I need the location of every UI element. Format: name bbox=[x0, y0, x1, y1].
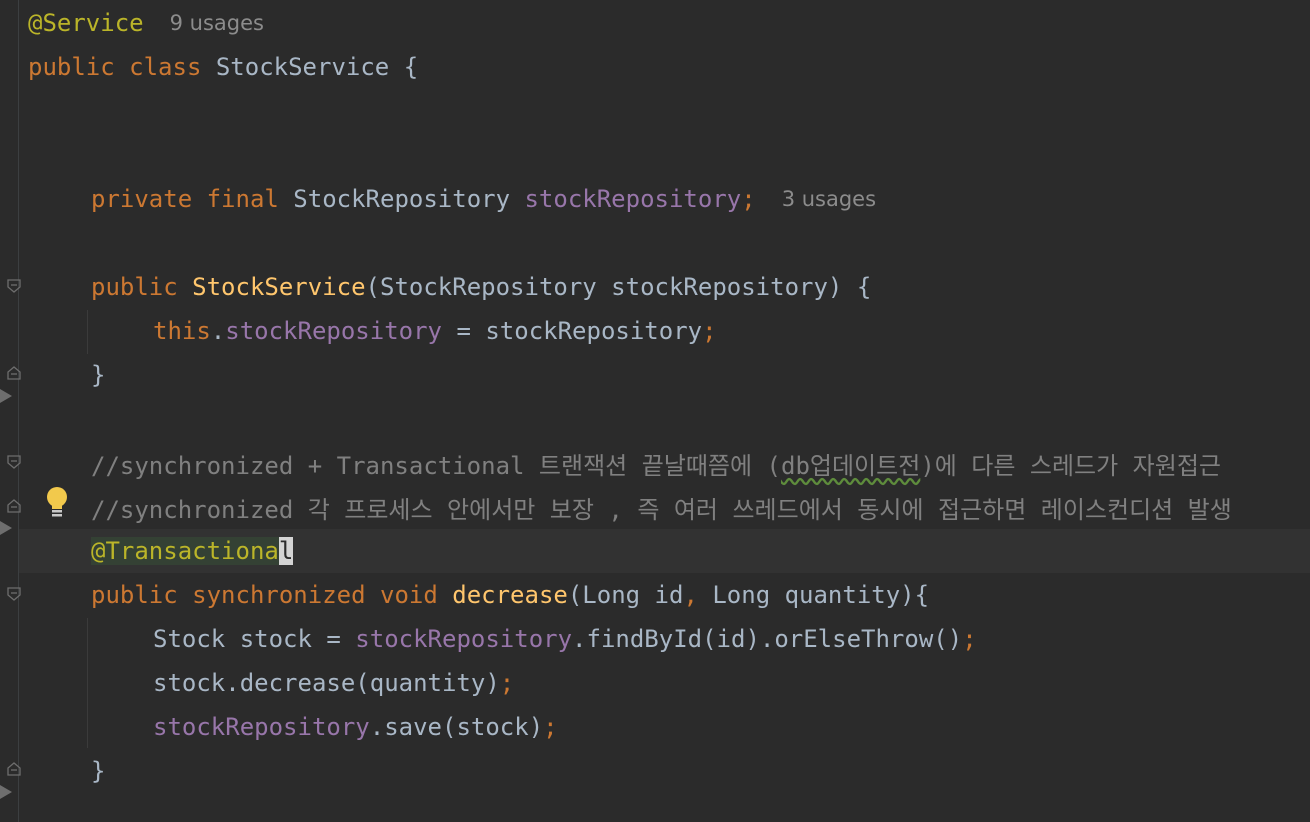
statement: Stock stock = bbox=[153, 625, 356, 653]
field-name: stockRepository bbox=[225, 317, 442, 345]
annotation-service: @Service bbox=[28, 9, 144, 37]
parameters: (StockRepository stockRepository) { bbox=[365, 273, 872, 301]
code-line[interactable]: } bbox=[19, 749, 1310, 793]
semicolon: ; bbox=[499, 669, 515, 697]
code-line[interactable]: public synchronized void decrease (Long i… bbox=[19, 573, 1310, 617]
parameters: Long quantity){ bbox=[697, 581, 930, 609]
keyword: public bbox=[91, 273, 193, 301]
code-line[interactable]: //synchronized 각 프로세스 안에서만 보장 , 즉 여러 쓰레드… bbox=[19, 485, 1310, 529]
keyword: void bbox=[380, 581, 453, 609]
keyword: public bbox=[91, 581, 193, 609]
code-line[interactable]: //synchronized + Transactional 트랜잭션 끝날때쯤… bbox=[19, 441, 1310, 485]
code-line[interactable]: Stock stock = stockRepository .findById(i… bbox=[19, 617, 1310, 661]
semicolon: ; bbox=[962, 625, 977, 653]
brace: } bbox=[91, 757, 106, 785]
code-line[interactable]: @Service 9 usages bbox=[19, 1, 1310, 45]
class-name: StockService bbox=[215, 53, 404, 81]
keyword: final bbox=[206, 185, 294, 213]
assignment: = stockRepository bbox=[442, 317, 703, 345]
keyword: public bbox=[28, 53, 130, 81]
field-name: stockRepository bbox=[355, 625, 573, 653]
brace: { bbox=[403, 53, 419, 81]
semicolon: ; bbox=[702, 317, 717, 345]
keyword: private bbox=[91, 185, 207, 213]
comment: )에 다른 스레드가 자원접근 bbox=[920, 451, 1221, 480]
field-name: stockRepository bbox=[153, 713, 370, 741]
keyword-this: this bbox=[153, 317, 211, 345]
comment: //synchronized 각 프로세스 안에서만 보장 , 즉 여러 쓰레드… bbox=[91, 495, 1232, 524]
parameters: (Long id bbox=[567, 581, 684, 609]
usages-hint[interactable]: 3 usages bbox=[782, 187, 876, 211]
code-line[interactable]: stock.decrease(quantity); bbox=[19, 661, 1310, 705]
statement: .findById(id).orElseThrow() bbox=[572, 625, 963, 653]
breakpoint-arrow-icon[interactable] bbox=[0, 785, 12, 799]
code-line[interactable]: stockRepository .save(stock); bbox=[19, 705, 1310, 749]
semicolon: ; bbox=[543, 713, 558, 741]
code-line[interactable]: } bbox=[19, 353, 1310, 397]
editor-gutter[interactable] bbox=[0, 0, 21, 822]
current-code-line[interactable]: @Transactiona l bbox=[19, 529, 1310, 573]
method-name: decrease bbox=[452, 581, 568, 609]
comment-typo: db업데이트전 bbox=[781, 451, 921, 480]
semicolon: ; bbox=[741, 185, 756, 213]
code-line[interactable]: public class StockService { bbox=[19, 45, 1310, 89]
keyword: class bbox=[129, 53, 216, 81]
annotation-transactional: @Transactiona bbox=[91, 537, 279, 565]
statement: stock.decrease(quantity) bbox=[153, 669, 500, 697]
code-line[interactable]: private final StockRepository stockRepos… bbox=[19, 177, 1310, 221]
code-line[interactable]: public StockService (StockRepository stoc… bbox=[19, 265, 1310, 309]
type-name: StockRepository bbox=[293, 185, 525, 213]
keyword: synchronized bbox=[192, 581, 380, 609]
text-caret: l bbox=[278, 537, 294, 565]
comment: //synchronized + Transactional 트랜잭션 끝날때쯤… bbox=[91, 451, 781, 480]
brace: } bbox=[91, 361, 106, 389]
breakpoint-arrow-icon[interactable] bbox=[0, 521, 12, 535]
code-line[interactable]: this. stockRepository = stockRepository; bbox=[19, 309, 1310, 353]
statement: .save(stock) bbox=[369, 713, 544, 741]
breakpoint-arrow-icon[interactable] bbox=[0, 389, 12, 403]
comma: , bbox=[683, 581, 698, 609]
dot: . bbox=[210, 317, 226, 345]
constructor-name: StockService bbox=[192, 273, 366, 301]
code-editor[interactable]: @Service 9 usages public class StockServ… bbox=[19, 0, 1310, 822]
usages-hint[interactable]: 9 usages bbox=[170, 11, 264, 35]
field-name: stockRepository bbox=[524, 185, 742, 213]
